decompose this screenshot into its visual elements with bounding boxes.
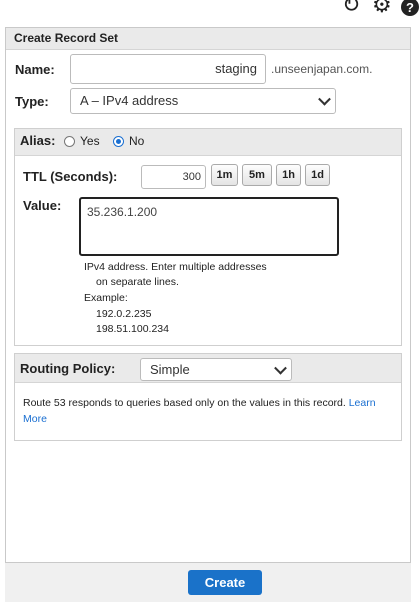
value-label: Value: — [23, 198, 62, 213]
ttl-1d-button[interactable]: 1d — [305, 164, 330, 186]
type-select[interactable]: A – IPv4 address — [70, 88, 336, 114]
example-label: Example: — [84, 292, 128, 304]
name-label: Name: — [15, 62, 55, 77]
alias-yes-radio[interactable] — [64, 136, 75, 147]
svg-text:?: ? — [406, 0, 414, 15]
alias-label: Alias: — [20, 133, 56, 148]
routing-policy-select[interactable]: Simple — [140, 358, 292, 381]
value-textarea[interactable]: 35.236.1.200 — [79, 197, 339, 256]
routing-description: Route 53 responds to queries based only … — [23, 395, 397, 427]
ttl-5m-button[interactable]: 5m — [242, 164, 272, 186]
value-help-line2: on separate lines. — [96, 276, 179, 288]
gear-icon[interactable]: ⚙ — [372, 0, 392, 16]
routing-policy-label: Routing Policy: — [20, 361, 116, 376]
create-button[interactable]: Create — [188, 570, 262, 595]
alias-yes-label[interactable]: Yes — [80, 134, 100, 148]
type-label: Type: — [15, 94, 49, 109]
routing-description-text: Route 53 responds to queries based only … — [23, 397, 346, 409]
top-toolbar: ↻ ⚙ ? — [320, 0, 420, 22]
ttl-1m-button[interactable]: 1m — [211, 164, 238, 186]
value-help-line1: IPv4 address. Enter multiple addresses — [84, 261, 267, 273]
name-value: staging — [215, 61, 257, 76]
ttl-label: TTL (Seconds): — [23, 169, 118, 184]
example-ip-1: 192.0.2.235 — [96, 308, 152, 320]
panel-title: Create Record Set — [6, 28, 410, 50]
value-text: 35.236.1.200 — [87, 205, 158, 219]
chevron-down-icon — [318, 92, 331, 106]
ttl-1h-button[interactable]: 1h — [276, 164, 301, 186]
refresh-icon[interactable]: ↻ — [342, 0, 360, 16]
type-selected: A – IPv4 address — [80, 93, 179, 108]
help-icon[interactable]: ? — [400, 0, 420, 21]
ttl-value: 300 — [182, 171, 201, 183]
name-field[interactable]: staging — [70, 54, 266, 84]
alias-no-radio[interactable] — [113, 136, 124, 147]
chevron-down-icon — [274, 361, 287, 375]
routing-selected: Simple — [150, 362, 190, 377]
alias-no-label[interactable]: No — [129, 134, 144, 148]
ttl-input[interactable]: 300 — [141, 165, 206, 189]
example-ip-2: 198.51.100.234 — [96, 323, 169, 335]
domain-suffix: .unseenjapan.com. — [271, 62, 373, 76]
